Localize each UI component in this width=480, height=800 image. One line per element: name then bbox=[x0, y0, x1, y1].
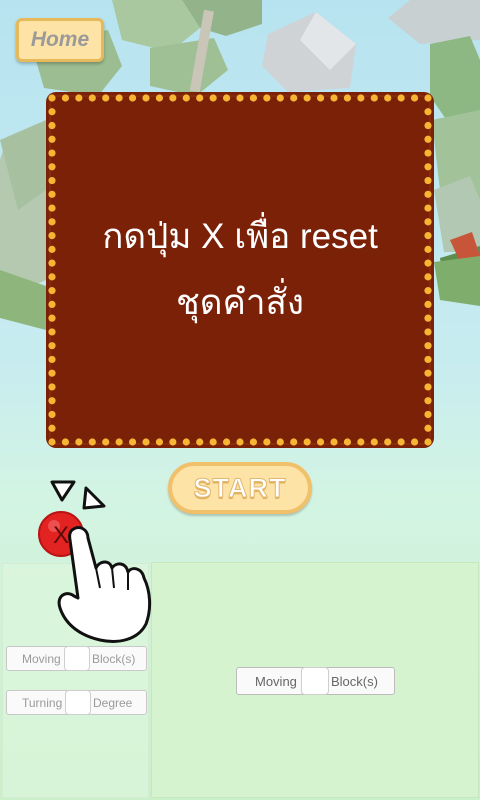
reset-x-label: X bbox=[53, 522, 69, 549]
tutorial-overlay: X bbox=[38, 480, 152, 643]
hand-pointer-icon bbox=[57, 526, 152, 643]
tap-indicator-icon-2 bbox=[82, 486, 106, 510]
tap-indicator-icon bbox=[50, 480, 76, 502]
